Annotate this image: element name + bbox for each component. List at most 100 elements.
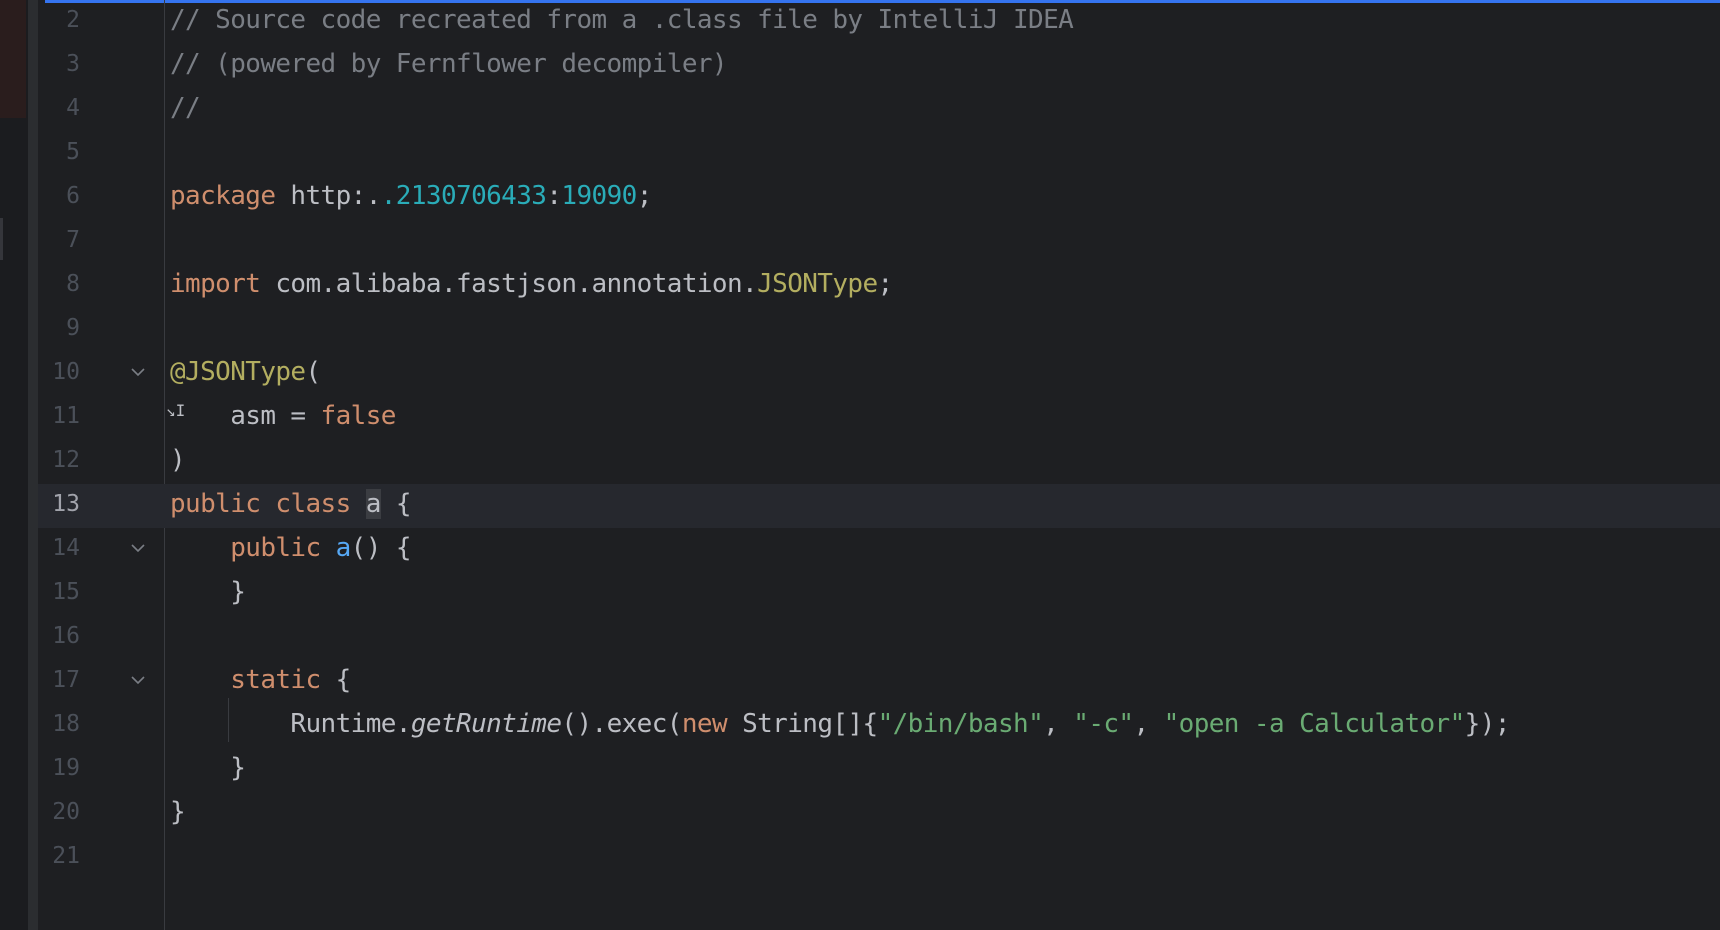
code-token: class xyxy=(275,489,351,519)
code-editor[interactable]: 2 // Source code recreated from a .class … xyxy=(0,0,1720,930)
code-token: ().exec( xyxy=(561,709,682,739)
code-line[interactable]: 9 xyxy=(38,308,1720,352)
code-text[interactable]: } xyxy=(170,792,186,836)
indent-guide xyxy=(228,698,229,742)
code-line[interactable]: 13 public class a { xyxy=(38,484,1720,528)
code-token: false xyxy=(320,401,397,431)
code-token: http:. xyxy=(275,181,381,211)
code-text[interactable]: // xyxy=(170,88,201,132)
code-token: static xyxy=(230,665,321,695)
code-text[interactable]: @JSONType( xyxy=(170,352,321,396)
code-token: { xyxy=(380,489,412,519)
line-number: 17 xyxy=(52,667,80,693)
code-lines[interactable]: 2 // Source code recreated from a .class … xyxy=(38,0,1720,880)
code-token: } xyxy=(170,753,246,783)
line-number: 10 xyxy=(52,359,80,385)
code-token: public xyxy=(230,533,321,563)
code-token: String[]{ xyxy=(727,709,878,739)
line-number: 6 xyxy=(66,183,80,209)
code-text[interactable]: ) xyxy=(170,440,186,484)
code-text[interactable]: static { xyxy=(170,660,351,704)
chevron-down-icon[interactable] xyxy=(128,352,148,392)
line-number: 12 xyxy=(52,447,80,473)
chevron-down-icon[interactable] xyxy=(128,528,148,568)
code-text[interactable]: asm = false xyxy=(170,396,396,440)
code-line[interactable]: 2 // Source code recreated from a .class … xyxy=(38,0,1720,44)
code-text[interactable]: } xyxy=(170,572,246,616)
code-text[interactable]: package http:..2130706433:19090; xyxy=(170,176,652,220)
line-number: 3 xyxy=(66,51,80,77)
code-line[interactable]: 3 // (powered by Fernflower decompiler) xyxy=(38,44,1720,88)
code-token: ) xyxy=(170,445,186,475)
code-line[interactable]: 18 Runtime.getRuntime().exec(new String[… xyxy=(38,704,1720,748)
code-token: "/bin/bash" xyxy=(877,709,1044,739)
line-number: 11 xyxy=(52,403,80,429)
code-token: () { xyxy=(350,533,412,563)
scroll-marker xyxy=(0,218,3,260)
code-token: Runtime. xyxy=(170,709,411,739)
code-token: com.alibaba.fastjson.annotation. xyxy=(260,269,758,299)
code-token: ; xyxy=(636,181,653,211)
code-token: @JSONType xyxy=(170,357,306,387)
code-token: 19090 xyxy=(561,181,637,211)
code-token: // xyxy=(170,93,201,123)
code-token: public xyxy=(170,489,261,519)
code-text[interactable]: // (powered by Fernflower decompiler) xyxy=(170,44,728,88)
code-token: import xyxy=(170,269,261,299)
code-text[interactable]: // Source code recreated from a .class f… xyxy=(170,0,1074,44)
code-line[interactable]: 7 xyxy=(38,220,1720,264)
chevron-down-icon[interactable] xyxy=(128,660,148,700)
code-token: } xyxy=(170,577,246,607)
code-token: JSONType xyxy=(757,269,878,299)
code-line[interactable]: 6 package http:..2130706433:19090; xyxy=(38,176,1720,220)
line-number: 21 xyxy=(52,843,80,869)
code-token: "open -a Calculator" xyxy=(1163,709,1466,739)
code-text[interactable]: public class a { xyxy=(170,484,412,528)
code-line[interactable]: 4 // xyxy=(38,88,1720,132)
code-line[interactable]: 16 xyxy=(38,616,1720,660)
code-token: a xyxy=(365,489,381,519)
code-text[interactable]: Runtime.getRuntime().exec(new String[]{"… xyxy=(170,704,1510,748)
code-token: , xyxy=(1043,709,1074,739)
code-line[interactable]: 17 static { xyxy=(38,660,1720,704)
code-line[interactable]: 10 @JSONType( xyxy=(38,352,1720,396)
code-line[interactable]: 12) xyxy=(38,440,1720,484)
code-token: : xyxy=(546,181,562,211)
code-token: ; xyxy=(877,269,894,299)
code-token: // Source code recreated from a .class f… xyxy=(170,5,1074,35)
code-token: package xyxy=(170,181,276,211)
line-number: 5 xyxy=(66,139,80,165)
line-number: 15 xyxy=(52,579,80,605)
code-text[interactable]: import com.alibaba.fastjson.annotation.J… xyxy=(170,264,893,308)
mouse-cursor-icon: ↘I xyxy=(166,401,186,420)
code-line[interactable]: 5 xyxy=(38,132,1720,176)
line-number: 13 xyxy=(52,491,80,517)
code-token: .2130706433 xyxy=(380,181,547,211)
code-line[interactable]: 21 xyxy=(38,836,1720,880)
line-number: 16 xyxy=(52,623,80,649)
line-number: 2 xyxy=(66,7,80,33)
line-number: 7 xyxy=(66,227,80,253)
line-number: 8 xyxy=(66,271,80,297)
code-token: getRuntime xyxy=(410,709,562,739)
code-line[interactable]: 14 public a() { xyxy=(38,528,1720,572)
code-token: a xyxy=(335,533,352,563)
code-token: , xyxy=(1133,709,1164,739)
line-number: 20 xyxy=(52,799,80,825)
code-token: }); xyxy=(1464,709,1511,739)
line-number: 19 xyxy=(52,755,80,781)
line-number: 14 xyxy=(52,535,80,561)
code-line[interactable]: 15 } xyxy=(38,572,1720,616)
line-number: 18 xyxy=(52,711,80,737)
code-text[interactable]: public a() { xyxy=(170,528,411,572)
code-text[interactable]: } xyxy=(170,748,246,792)
code-line[interactable]: 20} xyxy=(38,792,1720,836)
code-line[interactable]: 8 import com.alibaba.fastjson.annotation.… xyxy=(38,264,1720,308)
code-token: // (powered by Fernflower decompiler) xyxy=(170,49,728,79)
code-line[interactable]: 11 asm = false xyxy=(38,396,1720,440)
code-line[interactable]: 19 } xyxy=(38,748,1720,792)
